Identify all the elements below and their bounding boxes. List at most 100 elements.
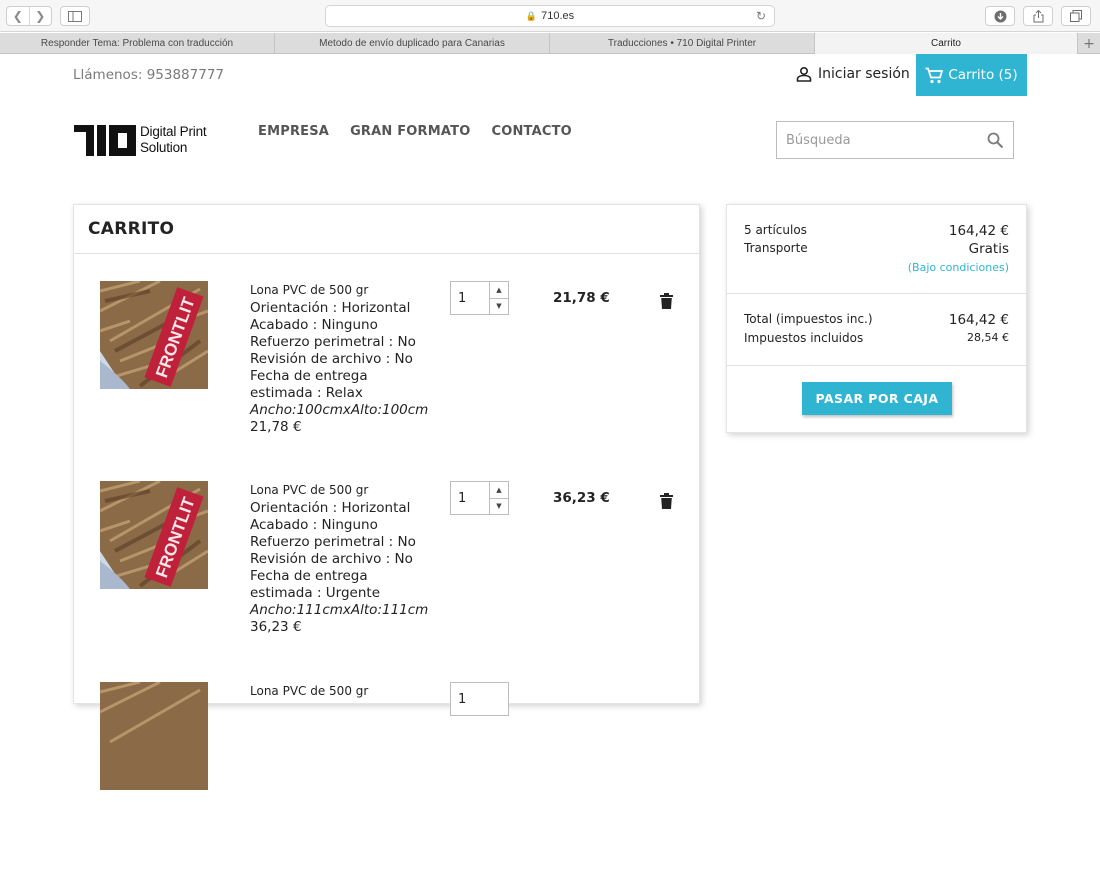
product-attribute: Revisión de archivo : No <box>250 551 413 567</box>
tab-label: Traducciones • 710 Digital Printer <box>607 38 757 49</box>
product-dimensions: Ancho:100cmxAlto:100cm <box>250 402 429 418</box>
logo-mark-icon <box>74 124 136 156</box>
cart-item: Lona PVC de 500 gr <box>74 682 699 882</box>
decrease-quantity-icon[interactable]: ▼ <box>490 499 508 515</box>
summary-total-value: 164,42 € <box>948 312 1009 328</box>
cart-button-label: Carrito (5) <box>948 67 1018 83</box>
logo-line-2: Solution <box>140 140 188 155</box>
tab-metodo-envio[interactable]: Metodo de envío duplicado para Canarias <box>275 33 550 54</box>
tabs-icon <box>1070 10 1082 22</box>
quantity-spinner: ▲ ▼ <box>489 282 508 314</box>
product-unit-price: 36,23 € <box>250 619 302 635</box>
contact-phone: Llámenos: 953887777 <box>73 67 224 83</box>
product-attribute: Acabado : Ninguno <box>250 317 378 333</box>
summary-total-label: Total (impuestos inc.) <box>744 312 873 326</box>
lock-icon: 🔒 <box>525 10 538 21</box>
product-name[interactable]: Lona PVC de 500 gr <box>250 483 430 498</box>
forward-icon[interactable]: ❯ <box>30 7 52 25</box>
summary-tax-value: 28,54 € <box>967 331 1009 344</box>
address-url: 710.es <box>541 10 575 22</box>
product-image[interactable]: FRONTLIT <box>100 481 208 589</box>
summary-tax-label: Impuestos incluidos <box>744 331 864 345</box>
menu-item-gran-formato[interactable]: GRAN FORMATO <box>350 124 470 139</box>
downloads-button[interactable] <box>985 6 1015 26</box>
product-details: Lona PVC de 500 gr <box>250 684 430 701</box>
tab-responder-tema[interactable]: Responder Tema: Problema con traducción <box>0 33 275 54</box>
address-bar[interactable]: 🔒 710.es ↻ <box>325 5 775 27</box>
product-image[interactable]: FRONTLIT <box>100 281 208 389</box>
main-menu: EMPRESA GRAN FORMATO CONTACTO <box>258 124 593 139</box>
cart-item: FRONTLIT Lona PVC de 500 gr Orientación … <box>74 481 699 681</box>
tab-carrito[interactable]: Carrito <box>815 33 1078 54</box>
product-dimensions: Ancho:111cmxAlto:111cm <box>250 602 429 618</box>
tab-label: Carrito <box>930 38 961 49</box>
tabs-overview-button[interactable] <box>1061 6 1091 26</box>
tab-label: Metodo de envío duplicado para Canarias <box>319 38 505 49</box>
product-unit-price: 21,78 € <box>250 419 302 435</box>
summary-divider <box>727 365 1026 366</box>
cart-summary: 5 artículos 164,42 € Transporte Gratis (… <box>726 204 1027 433</box>
summary-shipping-label: Transporte <box>744 241 808 255</box>
quantity-stepper <box>450 682 509 716</box>
summary-items-label: 5 artículos <box>744 223 807 237</box>
product-attribute: Orientación : Horizontal <box>250 500 411 516</box>
share-icon <box>1033 9 1043 22</box>
product-details: Lona PVC de 500 gr Orientación : Horizon… <box>250 283 430 436</box>
quantity-stepper: ▲ ▼ <box>450 281 509 315</box>
summary-items-value: 164,42 € <box>948 223 1009 239</box>
product-attribute: Revisión de archivo : No <box>250 351 413 367</box>
menu-item-empresa[interactable]: EMPRESA <box>258 124 329 139</box>
browser-toolbar: ❮ ❯ 🔒 710.es ↻ <box>0 0 1100 32</box>
cart-divider <box>74 253 699 254</box>
reload-icon[interactable]: ↻ <box>756 9 766 23</box>
search-icon[interactable] <box>987 132 1004 149</box>
product-attribute: Fecha de entrega estimada : Relax <box>250 368 368 401</box>
quantity-input[interactable] <box>451 482 491 514</box>
item-total-price: 36,23 € <box>553 490 610 506</box>
share-button[interactable] <box>1023 6 1053 26</box>
user-icon <box>796 66 812 82</box>
quantity-input[interactable] <box>451 282 491 314</box>
cart-panel: CARRITO FRONTLIT Lona PVC de 500 gr Orie… <box>73 204 700 790</box>
summary-total-row: Total (impuestos inc.) 164,42 € <box>744 312 1009 328</box>
shipping-conditions-link[interactable]: (Bajo condiciones) <box>908 261 1009 274</box>
product-image-frontlit: FRONTLIT <box>100 281 208 389</box>
trash-icon[interactable] <box>660 493 673 509</box>
product-attribute: Orientación : Horizontal <box>250 300 411 316</box>
product-attribute: Refuerzo perimetral : No <box>250 534 416 550</box>
cart-item: FRONTLIT Lona PVC de 500 gr Orientación … <box>74 281 699 481</box>
summary-items-row: 5 artículos 164,42 € <box>744 223 1009 239</box>
search-input[interactable] <box>777 122 977 158</box>
logo-line-1: Digital Print <box>140 124 207 139</box>
product-image-frontlit: FRONTLIT <box>100 481 208 589</box>
summary-tax-row: Impuestos incluidos 28,54 € <box>744 331 1009 345</box>
sidebar-toggle-button[interactable] <box>60 6 90 26</box>
checkout-button[interactable]: PASAR POR CAJA <box>802 382 952 415</box>
tab-bar: Responder Tema: Problema con traducción … <box>0 33 1100 54</box>
product-details: Lona PVC de 500 gr Orientación : Horizon… <box>250 483 430 636</box>
shopping-cart-icon <box>925 67 944 83</box>
tab-traducciones[interactable]: Traducciones • 710 Digital Printer <box>550 33 815 54</box>
product-name[interactable]: Lona PVC de 500 gr <box>250 283 430 298</box>
trash-icon[interactable] <box>660 293 673 309</box>
login-link[interactable]: Iniciar sesión <box>796 66 910 82</box>
cart-button[interactable]: Carrito (5) <box>916 54 1027 96</box>
product-name[interactable]: Lona PVC de 500 gr <box>250 684 430 699</box>
increase-quantity-icon[interactable]: ▲ <box>490 282 508 299</box>
logo-text: Digital Print Solution <box>140 124 207 156</box>
site-logo[interactable]: Digital Print Solution <box>74 124 207 156</box>
increase-quantity-icon[interactable]: ▲ <box>490 482 508 499</box>
product-attribute: Fecha de entrega estimada : Urgente <box>250 568 381 601</box>
quantity-stepper: ▲ ▼ <box>450 481 509 515</box>
cart-title: CARRITO <box>88 219 175 239</box>
sidebar-icon <box>68 10 82 22</box>
summary-shipping-row: Transporte Gratis <box>744 241 1009 257</box>
back-icon[interactable]: ❮ <box>7 7 30 25</box>
new-tab-button[interactable]: + <box>1078 33 1100 54</box>
product-image[interactable] <box>100 682 208 790</box>
history-nav: ❮ ❯ <box>6 6 52 26</box>
quantity-spinner: ▲ ▼ <box>489 482 508 514</box>
menu-item-contacto[interactable]: CONTACTO <box>491 124 571 139</box>
summary-divider <box>727 293 1026 294</box>
decrease-quantity-icon[interactable]: ▼ <box>490 299 508 315</box>
